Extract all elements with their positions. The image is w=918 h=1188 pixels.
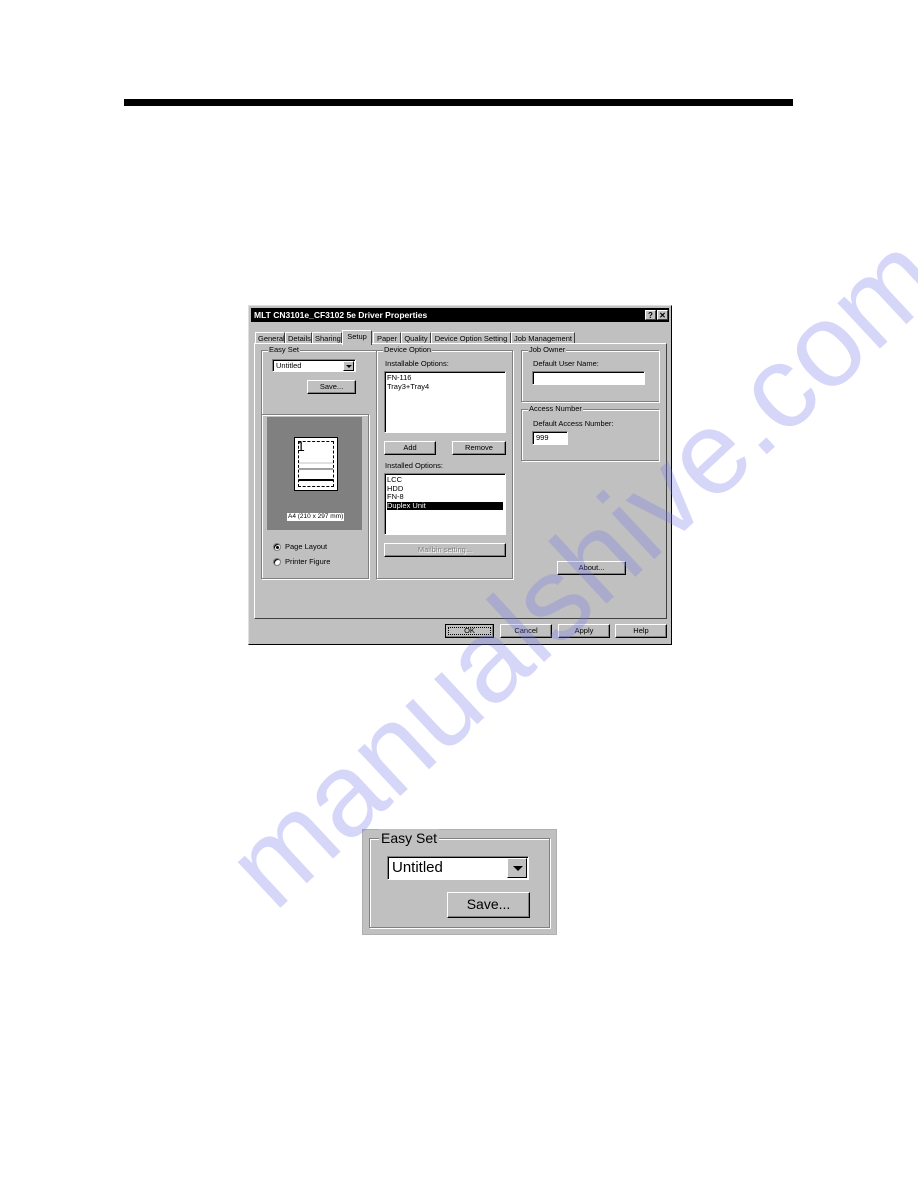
help-button[interactable]: Help bbox=[615, 624, 667, 638]
remove-button[interactable]: Remove bbox=[452, 441, 506, 455]
access-number-label: Access Number bbox=[528, 404, 583, 414]
title-bar: MLT CN3101e_CF3102 5e Driver Properties … bbox=[251, 308, 669, 322]
list-item[interactable]: Tray3+Tray4 bbox=[387, 382, 503, 392]
installable-options-label: Installable Options: bbox=[385, 359, 449, 368]
list-item[interactable]: HDD bbox=[387, 484, 503, 494]
setup-panel: Easy Set Untitled Save... 1 A4 (210 x 29… bbox=[254, 343, 667, 619]
chevron-down-icon[interactable] bbox=[343, 361, 354, 371]
header-rule bbox=[124, 99, 793, 106]
close-button[interactable]: ✕ bbox=[657, 310, 668, 320]
about-button[interactable]: About... bbox=[557, 561, 626, 575]
list-item-selected[interactable]: Duplex Unit bbox=[387, 501, 503, 510]
easy-set-detail-combo[interactable]: Untitled bbox=[387, 856, 529, 880]
page-icon: 1 bbox=[294, 437, 338, 491]
easy-set-detail-value: Untitled bbox=[392, 859, 443, 876]
paper-size-label: A4 (210 x 297 mm) bbox=[287, 513, 345, 521]
ok-button[interactable]: OK bbox=[445, 624, 494, 638]
page-preview: 1 A4 (210 x 297 mm) bbox=[267, 417, 362, 530]
save-button[interactable]: Save... bbox=[307, 380, 356, 394]
tab-setup[interactable]: Setup bbox=[342, 330, 372, 345]
installable-options-list[interactable]: FN-116 Tray3+Tray4 bbox=[384, 371, 506, 433]
chevron-down-icon[interactable] bbox=[507, 858, 527, 878]
default-access-number-label: Default Access Number: bbox=[533, 419, 614, 428]
easy-set-detail-save-button[interactable]: Save... bbox=[447, 892, 530, 918]
default-user-name-label: Default User Name: bbox=[533, 359, 599, 368]
page-number: 1 bbox=[297, 438, 305, 454]
close-icon: ✕ bbox=[659, 311, 666, 320]
easy-set-detail-label: Easy Set bbox=[379, 829, 440, 847]
page-layout-radio[interactable] bbox=[273, 543, 281, 551]
mailbin-setting-button[interactable]: Mailbin setting... bbox=[384, 543, 506, 557]
cancel-button[interactable]: Cancel bbox=[500, 624, 552, 638]
installed-options-list[interactable]: LCC HDD FN-8 Duplex Unit bbox=[384, 473, 506, 535]
apply-button[interactable]: Apply bbox=[558, 624, 610, 638]
printer-figure-radio[interactable] bbox=[273, 558, 281, 566]
page-layout-label[interactable]: Page Layout bbox=[285, 542, 327, 552]
default-access-number-input[interactable]: 999 bbox=[532, 431, 568, 445]
printer-figure-label[interactable]: Printer Figure bbox=[285, 557, 330, 567]
default-user-name-input[interactable] bbox=[532, 371, 645, 385]
easy-set-value: Untitled bbox=[276, 361, 302, 370]
driver-properties-dialog: MLT CN3101e_CF3102 5e Driver Properties … bbox=[248, 305, 672, 645]
help-title-button[interactable]: ? bbox=[645, 310, 656, 320]
easy-set-label: Easy Set bbox=[268, 345, 301, 355]
job-owner-label: Job Owner bbox=[528, 345, 567, 355]
easy-set-combo[interactable]: Untitled bbox=[272, 359, 356, 372]
add-button[interactable]: Add bbox=[384, 441, 436, 455]
easy-set-detail: Easy Set Untitled Save... bbox=[362, 829, 557, 935]
device-option-label: Device Option bbox=[383, 345, 433, 355]
dialog-title: MLT CN3101e_CF3102 5e Driver Properties bbox=[254, 310, 428, 320]
list-item[interactable]: LCC bbox=[387, 475, 503, 485]
installed-options-label: Installed Options: bbox=[385, 461, 443, 470]
